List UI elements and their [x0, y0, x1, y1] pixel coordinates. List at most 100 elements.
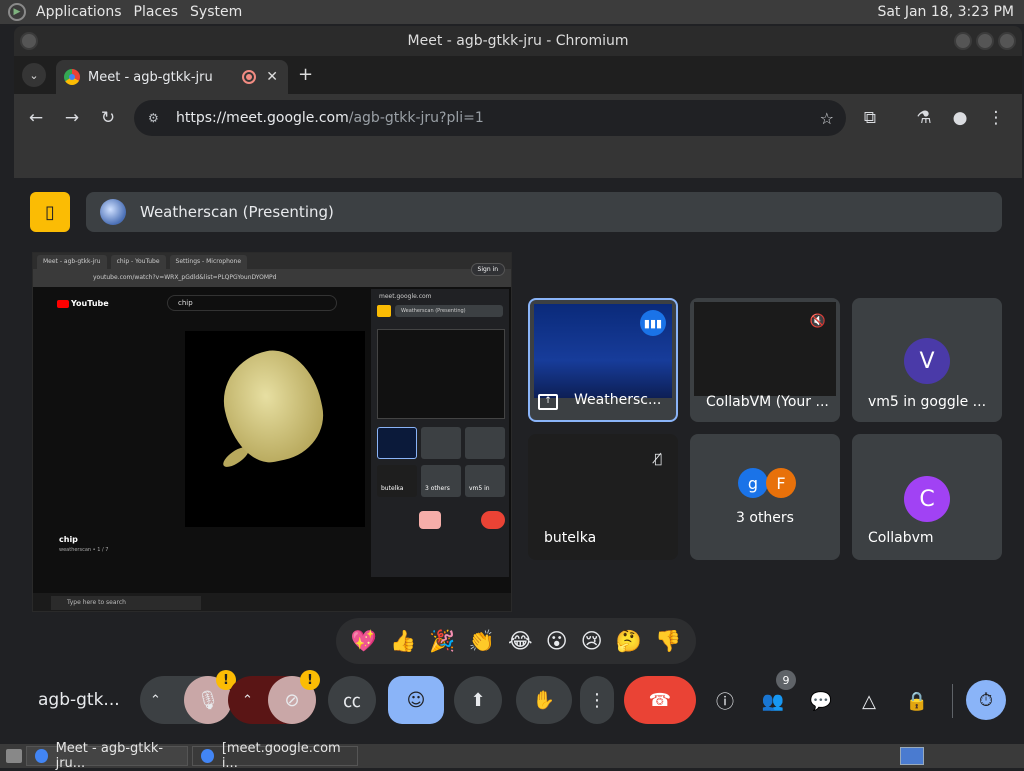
reaction-surprised-button[interactable]: 😮 [546, 629, 568, 653]
shared-youtube-page: YouTube chip chip weatherscan • 1 / 7 [39, 289, 369, 577]
chrome-favicon-icon [64, 69, 80, 85]
menu-system[interactable]: System [184, 4, 248, 20]
address-bar[interactable]: ⚙ https://meet.google.com /agb-gtkk-jru?… [134, 100, 846, 136]
camera-warning-icon: ! [300, 670, 320, 690]
os-logo-icon[interactable]: ▶ [8, 3, 26, 21]
new-tab-icon[interactable]: + [298, 64, 313, 85]
url-path: /agb-gtkk-jru?pli=1 [348, 110, 484, 126]
chrome-menu-icon[interactable]: ⋮ [984, 106, 1008, 130]
back-icon[interactable]: ← [24, 106, 48, 130]
reaction-laugh-button[interactable]: 😂 [508, 629, 533, 653]
youtube-video [185, 331, 365, 527]
more-options-button[interactable]: ⋮ [580, 676, 614, 724]
site-settings-icon[interactable]: ⚙ [148, 111, 162, 125]
host-controls-lock-icon[interactable]: 🔒 [904, 688, 930, 714]
profile-icon[interactable]: ● [948, 106, 972, 130]
shared-nested-screen [377, 329, 505, 419]
shared-taskbar: Type here to search [33, 593, 511, 611]
forward-icon[interactable]: → [60, 106, 84, 130]
shared-address-bar: youtube.com/watch?v=WRX_pGdld&list=PLQPG… [33, 269, 511, 287]
meeting-info-icon[interactable]: ⓘ [712, 688, 738, 714]
participant-tile-vm5[interactable]: V vm5 in goggle ... [852, 298, 1002, 422]
shared-tab: Settings - Microphone [169, 255, 248, 269]
presenting-label: Weatherscan (Presenting) [140, 203, 334, 221]
menu-applications[interactable]: Applications [30, 4, 128, 20]
bookmark-star-icon[interactable]: ☆ [820, 109, 834, 128]
shared-screen: Meet - agb-gtkk-jru chip - YouTube Setti… [32, 252, 512, 612]
shared-tab: Meet - agb-gtkk-jru [37, 255, 107, 269]
close-window-icon[interactable] [998, 32, 1016, 50]
camera-button[interactable]: ⊘ ! [268, 670, 320, 724]
more-vert-icon: ⋮ [588, 689, 606, 711]
captions-icon: ㏄ [343, 691, 361, 712]
shared-mini-tile: 3 others [421, 465, 461, 497]
meeting-code: agb-gtk... [38, 690, 120, 710]
taskbar-item-meet[interactable]: Meet - agb-gtkk-jru... [26, 741, 188, 771]
camera-options-chevron-icon[interactable]: ⌃ [242, 693, 253, 708]
raise-hand-button[interactable]: ✋ [516, 676, 572, 724]
speaking-indicator-icon: ▮▮▮ [640, 310, 666, 336]
emoji-smile-icon: ☺ [406, 689, 426, 711]
presenting-banner[interactable]: Weatherscan (Presenting) [86, 192, 1002, 232]
timer-icon[interactable]: ⏱ [966, 680, 1006, 720]
window-titlebar[interactable]: Meet - agb-gtkk-jru - Chromium [14, 26, 1022, 56]
present-button[interactable]: ⬆ [454, 676, 502, 724]
participant-name: vm5 in goggle ... [868, 394, 987, 410]
leave-call-button[interactable]: ☎ [624, 676, 696, 724]
muted-mic-icon: 🔇 [809, 314, 826, 329]
reload-icon[interactable]: ↻ [96, 106, 120, 130]
chat-icon[interactable]: 💬 [808, 688, 834, 714]
shared-taskbar-search: Type here to search [51, 596, 201, 610]
maximize-icon[interactable] [976, 32, 994, 50]
reaction-thumbs-up-button[interactable]: 👍 [390, 629, 416, 654]
tab-close-icon[interactable]: ✕ [266, 69, 278, 85]
activities-icon[interactable]: △ [856, 688, 882, 714]
mic-options-chevron-icon[interactable]: ⌃ [150, 693, 161, 708]
taskbar-item-label: [meet.google.com i... [221, 741, 341, 771]
reaction-sad-button[interactable]: 😢 [581, 629, 603, 653]
reaction-thinking-button[interactable]: 🤔 [616, 629, 642, 654]
reaction-party-button[interactable]: 🎉 [429, 629, 455, 654]
muted-mic-icon: 🎙̸ [654, 452, 662, 467]
video-title: chip [59, 535, 78, 544]
reaction-heart-button[interactable]: 💖 [351, 629, 377, 654]
participant-tile-collabvm-you[interactable]: 🔇 CollabVM (Your ... [690, 298, 840, 422]
taskbar-item-meet-share[interactable]: [meet.google.com i... [192, 741, 358, 771]
window-menu-icon[interactable] [20, 32, 38, 50]
present-screen-icon: ⬆ [470, 689, 486, 711]
participant-avatar: g [738, 468, 768, 498]
youtube-play-icon [57, 299, 69, 308]
minimize-icon[interactable] [954, 32, 972, 50]
participant-avatar: V [904, 338, 950, 384]
microphone-icon: 🎙 [196, 689, 220, 711]
leave-door-icon[interactable]: ▯ [30, 192, 70, 232]
reaction-clap-button[interactable]: 👏 [469, 629, 495, 654]
workspace-switcher-icon[interactable] [900, 747, 924, 765]
captions-button[interactable]: ㏄ [328, 676, 376, 724]
page-top-strip [14, 142, 1022, 178]
participant-tile-weatherscan[interactable]: ▮▮▮ ↑ Weathersc... [528, 298, 678, 422]
labs-flask-icon[interactable]: ⚗ [912, 106, 936, 130]
shared-mini-tile [377, 427, 417, 459]
people-icon[interactable]: 👥 [760, 688, 786, 714]
menu-places[interactable]: Places [128, 4, 185, 20]
emoji-button[interactable]: ☺ [388, 676, 444, 724]
participant-tile-collabvm[interactable]: C Collabvm [852, 434, 1002, 560]
tab-title: Meet - agb-gtkk-jru [88, 69, 213, 85]
extensions-icon[interactable]: ⧉ [858, 106, 882, 130]
presenter-avatar [100, 199, 126, 225]
mic-button[interactable]: 🎙 ! [184, 670, 236, 724]
window-title: Meet - agb-gtkk-jru - Chromium [407, 33, 629, 49]
participant-name: CollabVM (Your ... [706, 394, 829, 410]
participant-avatar: C [904, 476, 950, 522]
hand-icon: ✋ [532, 689, 556, 711]
show-desktop-icon[interactable] [6, 749, 22, 763]
shared-mini-tile [421, 427, 461, 459]
tab-meet[interactable]: Meet - agb-gtkk-jru ✕ [56, 60, 288, 94]
reaction-thumbs-down-button[interactable]: 👎 [655, 629, 681, 654]
participant-tile-butelka[interactable]: 🎙̸ butelka [528, 434, 678, 560]
controls-divider [952, 684, 953, 718]
os-clock[interactable]: Sat Jan 18, 3:23 PM [877, 4, 1014, 20]
tab-search-chevron-icon[interactable]: ⌄ [22, 63, 46, 87]
participant-tile-others[interactable]: g F 3 others [690, 434, 840, 560]
